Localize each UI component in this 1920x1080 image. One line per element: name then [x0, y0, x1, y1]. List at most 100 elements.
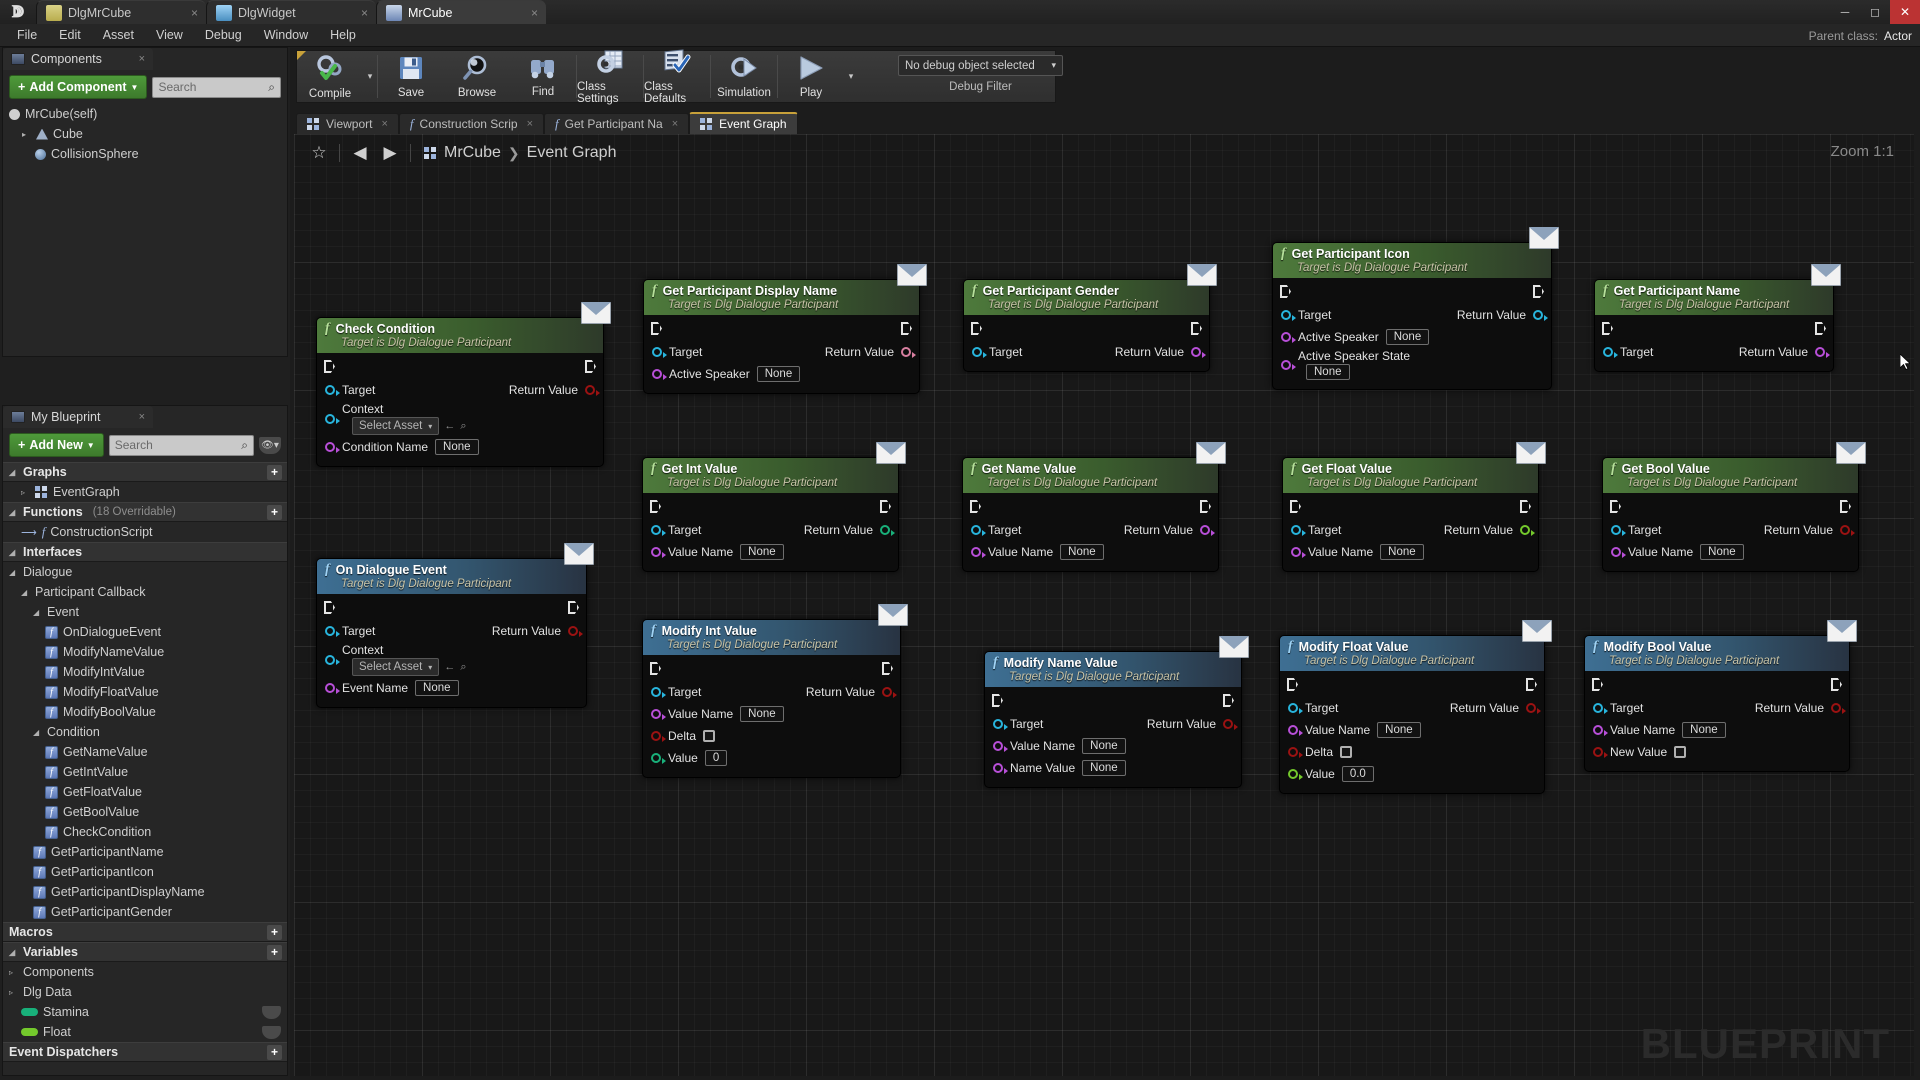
input-pin[interactable]	[1603, 347, 1618, 358]
input-pin[interactable]	[651, 731, 666, 742]
output-pin[interactable]	[882, 687, 897, 698]
input-pin[interactable]	[1281, 310, 1296, 321]
exec-input-pin[interactable]	[650, 500, 661, 513]
browse-asset-icon[interactable]: ⌕	[460, 420, 466, 433]
toolbar-class-settings-button[interactable]: Class Settings	[577, 50, 643, 105]
blueprint-item-macros[interactable]: Macros +	[3, 922, 287, 942]
output-pin[interactable]	[1223, 719, 1238, 730]
exec-input-pin[interactable]	[324, 360, 335, 373]
graph-tab-event-graph[interactable]: Event Graph	[689, 112, 798, 134]
node-header[interactable]: f Get Participant Display Name Target is D…	[644, 264, 927, 315]
blueprint-item-getfloatvalue[interactable]: f GetFloatValue	[3, 782, 287, 802]
output-pin[interactable]	[585, 385, 600, 396]
components-search-input[interactable]: Search ⌕	[152, 76, 281, 98]
output-pin[interactable]	[1840, 525, 1855, 536]
pin-value-field[interactable]: None	[1700, 544, 1744, 560]
exec-output-pin[interactable]	[1200, 500, 1211, 513]
exec-output-pin[interactable]	[1191, 322, 1202, 335]
exec-input-pin[interactable]	[1280, 285, 1291, 298]
output-pin[interactable]	[880, 525, 895, 536]
bp-node-on-dialogue-event[interactable]: f On Dialogue Event Target is Dlg Dialogue…	[316, 543, 594, 708]
blueprint-item-condition[interactable]: ◢ Condition	[3, 722, 287, 742]
exec-input-pin[interactable]	[971, 322, 982, 335]
exec-output-pin[interactable]	[1815, 322, 1826, 335]
component-item-mrcubeself[interactable]: MrCube(self)	[3, 104, 287, 124]
browse-asset-icon[interactable]: ⌕	[460, 661, 466, 674]
output-pin[interactable]	[1191, 347, 1206, 358]
input-pin[interactable]	[993, 719, 1008, 730]
minimize-button[interactable]: ─	[1830, 0, 1860, 24]
blueprint-item-stamina[interactable]: Stamina	[3, 1002, 287, 1022]
output-pin[interactable]	[1200, 525, 1215, 536]
exec-input-pin[interactable]	[651, 322, 662, 335]
input-pin[interactable]	[971, 547, 986, 558]
node-header[interactable]: f Get Int Value Target is Dlg Dialogue Par…	[643, 442, 906, 493]
input-pin[interactable]	[1288, 769, 1303, 780]
bp-node-check-condition[interactable]: f Check Condition Target is Dlg Dialogue P…	[316, 302, 611, 467]
parent-class-value[interactable]: Actor	[1884, 29, 1912, 43]
menu-edit[interactable]: Edit	[48, 26, 92, 44]
exec-output-pin[interactable]	[901, 322, 912, 335]
blueprint-item-participant-callback[interactable]: ◢ Participant Callback	[3, 582, 287, 602]
close-icon[interactable]: ×	[531, 6, 538, 20]
graph-tab-viewport[interactable]: Viewport ×	[296, 113, 399, 134]
use-selected-asset-icon[interactable]: ←	[444, 661, 455, 673]
toolbar-save-button[interactable]: Save	[378, 51, 444, 102]
input-pin[interactable]	[972, 347, 987, 358]
input-pin[interactable]	[325, 654, 340, 665]
bp-node-modify-bool-value[interactable]: f Modify Bool Value Target is Dlg Dialogue…	[1584, 620, 1857, 772]
input-pin[interactable]	[1291, 547, 1306, 558]
exec-output-pin[interactable]	[1831, 678, 1842, 691]
input-pin[interactable]	[1611, 525, 1626, 536]
toolbar-simulation-button[interactable]: Simulation	[711, 51, 777, 102]
close-icon[interactable]: ×	[361, 6, 368, 20]
exec-input-pin[interactable]	[1290, 500, 1301, 513]
expand-arrow-icon[interactable]: ◢	[9, 468, 18, 477]
input-pin[interactable]	[651, 753, 666, 764]
exec-output-pin[interactable]	[880, 500, 891, 513]
blueprint-item-modifyfloatvalue[interactable]: f ModifyFloatValue	[3, 682, 287, 702]
blueprint-item-dlg-data[interactable]: ▹ Dlg Data	[3, 982, 287, 1002]
select-asset-dropdown[interactable]: Select Asset ▾	[352, 658, 440, 676]
node-header[interactable]: f Get Float Value Target is Dlg Dialogue P…	[1283, 442, 1546, 493]
input-pin[interactable]	[1611, 547, 1626, 558]
menu-debug[interactable]: Debug	[194, 26, 253, 44]
exec-output-pin[interactable]	[1533, 285, 1544, 298]
exec-output-pin[interactable]	[1840, 500, 1851, 513]
input-pin[interactable]	[325, 385, 340, 396]
pin-checkbox[interactable]	[703, 730, 716, 742]
pin-value-field[interactable]: None	[1082, 760, 1126, 776]
my-blueprint-search-input[interactable]: Search ⌕	[108, 434, 254, 456]
output-pin[interactable]	[568, 626, 583, 637]
node-header[interactable]: f Modify Name Value Target is Dlg Dialogue…	[985, 636, 1249, 687]
input-pin[interactable]	[1288, 725, 1303, 736]
expand-arrow-icon[interactable]: ◢	[9, 948, 18, 957]
bp-node-get-int-value[interactable]: f Get Int Value Target is Dlg Dialogue Par…	[642, 442, 906, 572]
use-selected-asset-icon[interactable]: ←	[444, 420, 455, 432]
input-pin[interactable]	[1291, 525, 1306, 536]
expand-arrow-icon[interactable]: ▹	[9, 968, 18, 977]
blueprint-item-event[interactable]: ◢ Event	[3, 602, 287, 622]
components-panel-header[interactable]: Components ×	[3, 48, 153, 70]
blueprint-item-modifyintvalue[interactable]: f ModifyIntValue	[3, 662, 287, 682]
pin-value-field[interactable]: None	[1380, 544, 1424, 560]
input-pin[interactable]	[325, 626, 340, 637]
input-pin[interactable]	[1593, 703, 1608, 714]
pin-value-field[interactable]: None	[1682, 722, 1726, 738]
exec-output-pin[interactable]	[1520, 500, 1531, 513]
node-header[interactable]: f On Dialogue Event Target is Dlg Dialogue…	[317, 543, 594, 594]
input-pin[interactable]	[1288, 703, 1303, 714]
node-header[interactable]: f Get Bool Value Target is Dlg Dialogue Pa…	[1603, 442, 1866, 493]
variable-visibility-icon[interactable]	[262, 1025, 281, 1039]
forward-arrow-icon[interactable]: ▶	[375, 138, 405, 168]
node-header[interactable]: f Check Condition Target is Dlg Dialogue P…	[317, 302, 611, 353]
add-icon[interactable]: +	[267, 1044, 282, 1060]
window-tab-mrcube[interactable]: MrCube ×	[376, 0, 546, 24]
menu-file[interactable]: File	[6, 26, 48, 44]
event-graph-canvas[interactable]: ☆ ◀ ▶ MrCube ❯ Event Graph Zoom 1:1 BLUE…	[294, 134, 1914, 1076]
node-header[interactable]: f Modify Int Value Target is Dlg Dialogue …	[643, 604, 908, 655]
add-new-button[interactable]: + Add New ▼	[9, 433, 104, 457]
bp-node-get-participant-gender[interactable]: f Get Participant Gender Target is Dlg Dia…	[963, 264, 1217, 372]
bp-node-modify-int-value[interactable]: f Modify Int Value Target is Dlg Dialogue …	[642, 604, 908, 778]
menu-window[interactable]: Window	[253, 26, 319, 44]
